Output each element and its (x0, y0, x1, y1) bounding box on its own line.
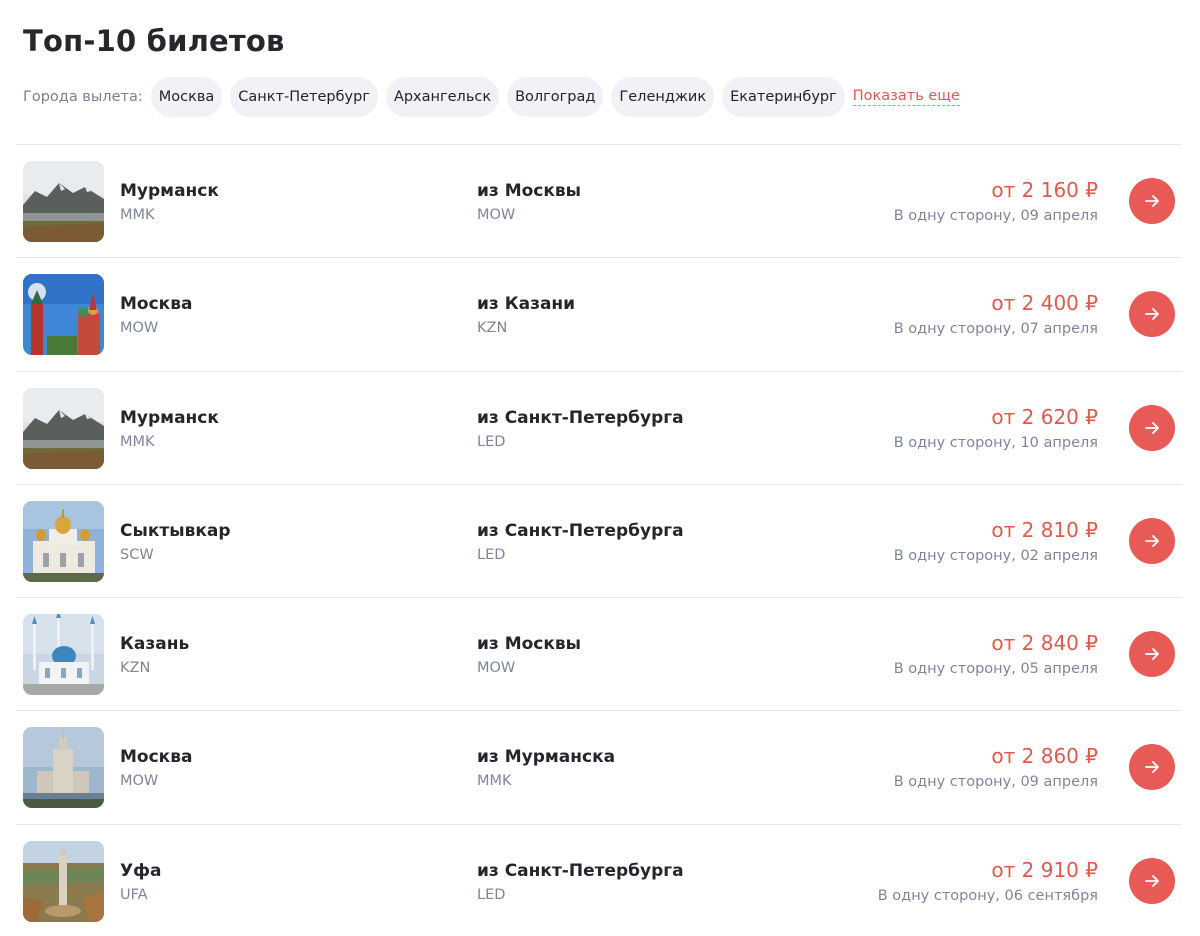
origin-code: LED (477, 546, 506, 563)
ticket-row[interactable]: Москва MOW из Казани KZN от 2 400 ₽ В од… (16, 257, 1182, 370)
ticket-price: от 2 160 ₽ (991, 178, 1098, 202)
destination-photo (23, 840, 104, 922)
city-chip-gelendzhik[interactable]: Геленджик (611, 77, 715, 117)
origin-code: MOW (477, 207, 516, 223)
origin-code: LED (477, 886, 506, 903)
flight-date: В одну сторону, 09 апреля (893, 774, 1098, 791)
flight-date: В одну сторону, 09 апреля (893, 208, 1098, 224)
ticket-price: от 2 810 ₽ (991, 517, 1098, 542)
destination-code: UFA (120, 886, 148, 903)
open-ticket-button[interactable] (1129, 517, 1175, 564)
arrow-right-icon (1145, 874, 1159, 887)
destination-code: MMK (120, 207, 155, 223)
origin-city: из Мурманска (477, 747, 616, 768)
open-ticket-button[interactable] (1129, 857, 1175, 904)
origin-code: MOW (477, 660, 516, 677)
city-chip-volgograd[interactable]: Волгоград (507, 77, 604, 117)
destination-code: MOW (120, 773, 159, 790)
destination-city: Сыктывкар (120, 520, 231, 541)
origin-city: из Москвы (477, 181, 582, 201)
destination-code: MOW (120, 320, 159, 337)
destination-photo (23, 500, 104, 582)
flight-date: В одну сторону, 06 сентября (877, 887, 1098, 904)
ticket-price: от 2 910 ₽ (991, 857, 1098, 882)
destination-code: SCW (120, 546, 154, 563)
city-chip-arkhangelsk[interactable]: Архангельск (385, 77, 500, 117)
origin-city: из Казани (477, 294, 576, 315)
open-ticket-button[interactable] (1129, 178, 1175, 224)
ticket-row[interactable]: Уфа UFA из Санкт-Петербурга LED от 2 910… (16, 823, 1182, 936)
destination-photo (23, 274, 104, 356)
origin-city: из Москвы (477, 634, 582, 655)
departure-city-filters: Города вылета: Москва Санкт-Петербург Ар… (23, 77, 960, 117)
origin-city: из Санкт-Петербурга (477, 407, 684, 428)
origin-code: KZN (477, 320, 508, 337)
flight-date: В одну сторону, 05 апреля (893, 661, 1098, 678)
city-chip-yekaterinburg[interactable]: Екатеринбург (722, 77, 845, 117)
ticket-price: от 2 400 ₽ (991, 291, 1098, 316)
destination-city: Мурманск (120, 181, 219, 201)
ticket-row[interactable]: Сыктывкар SCW из Санкт-Петербурга LED от… (16, 483, 1182, 597)
ticket-row[interactable]: Москва MOW из Мурманска MMK от 2 860 ₽ В… (16, 710, 1182, 823)
destination-city: Мурманск (120, 407, 219, 428)
arrow-right-icon (1145, 648, 1159, 661)
arrow-right-icon (1145, 761, 1159, 774)
ticket-price: от 2 620 ₽ (991, 404, 1098, 429)
destination-photo (23, 161, 104, 242)
destination-code: MMK (120, 433, 155, 450)
destination-code: KZN (120, 660, 151, 677)
flight-date: В одну сторону, 07 апреля (893, 321, 1098, 338)
arrow-right-icon (1145, 534, 1159, 547)
arrow-right-icon (1145, 308, 1159, 321)
origin-city: из Санкт-Петербурга (477, 520, 684, 541)
ticket-row[interactable]: Мурманск MMK из Санкт-Петербурга LED от … (16, 370, 1182, 484)
flight-date: В одну сторону, 10 апреля (893, 434, 1098, 451)
city-chip-moscow[interactable]: Москва (150, 77, 223, 117)
open-ticket-button[interactable] (1129, 744, 1175, 791)
tickets-list: Мурманск MMK из Москвы MOW от 2 160 ₽ В … (16, 144, 1182, 936)
city-chip-saint-petersburg[interactable]: Санкт-Петербург (230, 77, 378, 117)
destination-photo (23, 614, 104, 696)
origin-code: MMK (477, 773, 512, 790)
destination-city: Казань (120, 634, 190, 655)
flight-date: В одну сторону, 02 апреля (893, 547, 1098, 564)
ticket-row[interactable]: Казань KZN из Москвы MOW от 2 840 ₽ В од… (16, 597, 1182, 710)
origin-code: LED (477, 433, 506, 450)
open-ticket-button[interactable] (1129, 631, 1175, 678)
arrow-right-icon (1145, 195, 1159, 207)
show-more-link[interactable]: Показать еще (852, 88, 960, 106)
ticket-price: от 2 840 ₽ (991, 631, 1098, 656)
filters-label: Города вылета: (23, 89, 143, 105)
page-title: Топ-10 билетов (23, 24, 285, 58)
destination-city: Уфа (120, 860, 162, 881)
destination-city: Москва (120, 294, 193, 315)
open-ticket-button[interactable] (1129, 404, 1175, 451)
ticket-price: от 2 860 ₽ (991, 744, 1098, 769)
destination-photo (23, 727, 104, 809)
destination-photo (23, 387, 104, 469)
ticket-row[interactable]: Мурманск MMK из Москвы MOW от 2 160 ₽ В … (16, 144, 1182, 257)
open-ticket-button[interactable] (1129, 291, 1175, 338)
destination-city: Москва (120, 747, 193, 768)
arrow-right-icon (1145, 421, 1159, 434)
origin-city: из Санкт-Петербурга (477, 860, 684, 881)
